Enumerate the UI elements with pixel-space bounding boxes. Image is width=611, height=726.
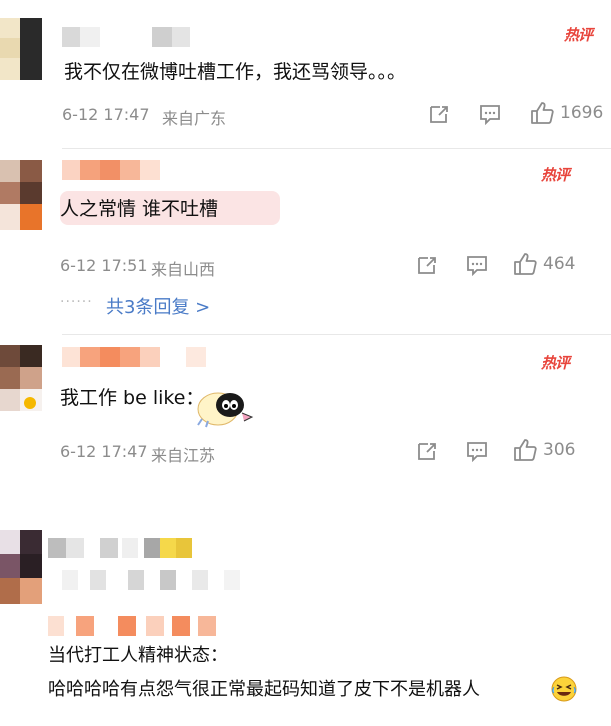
comment-icon bbox=[480, 105, 500, 125]
hot-comment-badge: 热评 bbox=[541, 166, 570, 184]
comment-1: 热评 我不仅在微博吐槽工作，我还骂领导。。。 6-12 17:47 来自广东 1… bbox=[0, 0, 611, 150]
divider bbox=[62, 148, 611, 149]
comment-4: 当代打工人精神状态： 哈哈哈哈有点怨气很正常最起码知道了皮下不是机器人 bbox=[0, 520, 611, 726]
share-icon bbox=[430, 106, 448, 123]
comment-source: 来自山西 bbox=[151, 260, 216, 279]
like-button[interactable]: 464 bbox=[513, 252, 575, 276]
like-button[interactable]: 306 bbox=[513, 438, 575, 462]
comment-time: 6-12 17:47 bbox=[62, 105, 150, 124]
comment-icon bbox=[467, 442, 487, 462]
like-icon bbox=[514, 439, 537, 461]
like-count: 1696 bbox=[560, 103, 604, 123]
username-blurred[interactable] bbox=[48, 538, 198, 558]
view-replies-link[interactable]: 共3条回复 > bbox=[106, 293, 210, 319]
hot-comment-badge: 热评 bbox=[564, 26, 593, 44]
username-blurred[interactable] bbox=[62, 160, 172, 180]
comment-text-line-2: 哈哈哈哈有点怨气很正常最起码知道了皮下不是机器人 bbox=[48, 679, 480, 700]
comment-icon bbox=[467, 256, 487, 276]
like-icon bbox=[531, 102, 554, 124]
reply-button[interactable] bbox=[466, 440, 488, 462]
share-icon bbox=[418, 443, 436, 460]
hot-comment-badge: 热评 bbox=[541, 354, 570, 372]
like-count: 464 bbox=[543, 254, 576, 274]
reply-button[interactable] bbox=[479, 103, 501, 125]
user-subtitle-blurred bbox=[62, 570, 272, 590]
like-button[interactable]: 1696 bbox=[530, 101, 603, 125]
reply-button[interactable] bbox=[466, 254, 488, 276]
comment-text: 我工作 be like： bbox=[60, 387, 205, 409]
comment-3: 热评 我工作 be like： 6-12 17:47 来自江苏 306 bbox=[0, 335, 611, 500]
comment-2: 热评 人之常情 谁不吐槽 6-12 17:51 来自山西 464 ······ … bbox=[0, 150, 611, 335]
comment-source: 来自江苏 bbox=[151, 446, 216, 465]
avatar[interactable] bbox=[0, 18, 42, 80]
share-button[interactable] bbox=[416, 254, 438, 276]
avatar[interactable] bbox=[0, 345, 42, 411]
comment-time: 6-12 17:51 bbox=[60, 256, 148, 275]
avatar[interactable] bbox=[0, 530, 42, 604]
comment-text: 人之常情 谁不吐槽 bbox=[60, 198, 219, 220]
username-blurred[interactable] bbox=[62, 347, 212, 367]
laughing-cry-emoji-icon bbox=[550, 675, 578, 707]
username-blurred[interactable] bbox=[62, 27, 202, 47]
reply-indent-dots: ······ bbox=[60, 294, 93, 310]
comment-text-line-1: 当代打工人精神状态： bbox=[48, 645, 228, 666]
comment-time: 6-12 17:47 bbox=[60, 442, 148, 461]
avatar[interactable] bbox=[0, 160, 42, 230]
like-icon bbox=[514, 253, 537, 275]
share-icon bbox=[418, 257, 436, 274]
comment-text: 我不仅在微博吐槽工作，我还骂领导。。。 bbox=[64, 61, 407, 83]
cartoon-sticker-icon bbox=[196, 385, 256, 433]
share-button[interactable] bbox=[428, 103, 450, 125]
share-button[interactable] bbox=[416, 440, 438, 462]
comment-source: 来自广东 bbox=[162, 109, 227, 128]
like-count: 306 bbox=[543, 440, 576, 460]
user-tag-blurred bbox=[48, 616, 228, 636]
